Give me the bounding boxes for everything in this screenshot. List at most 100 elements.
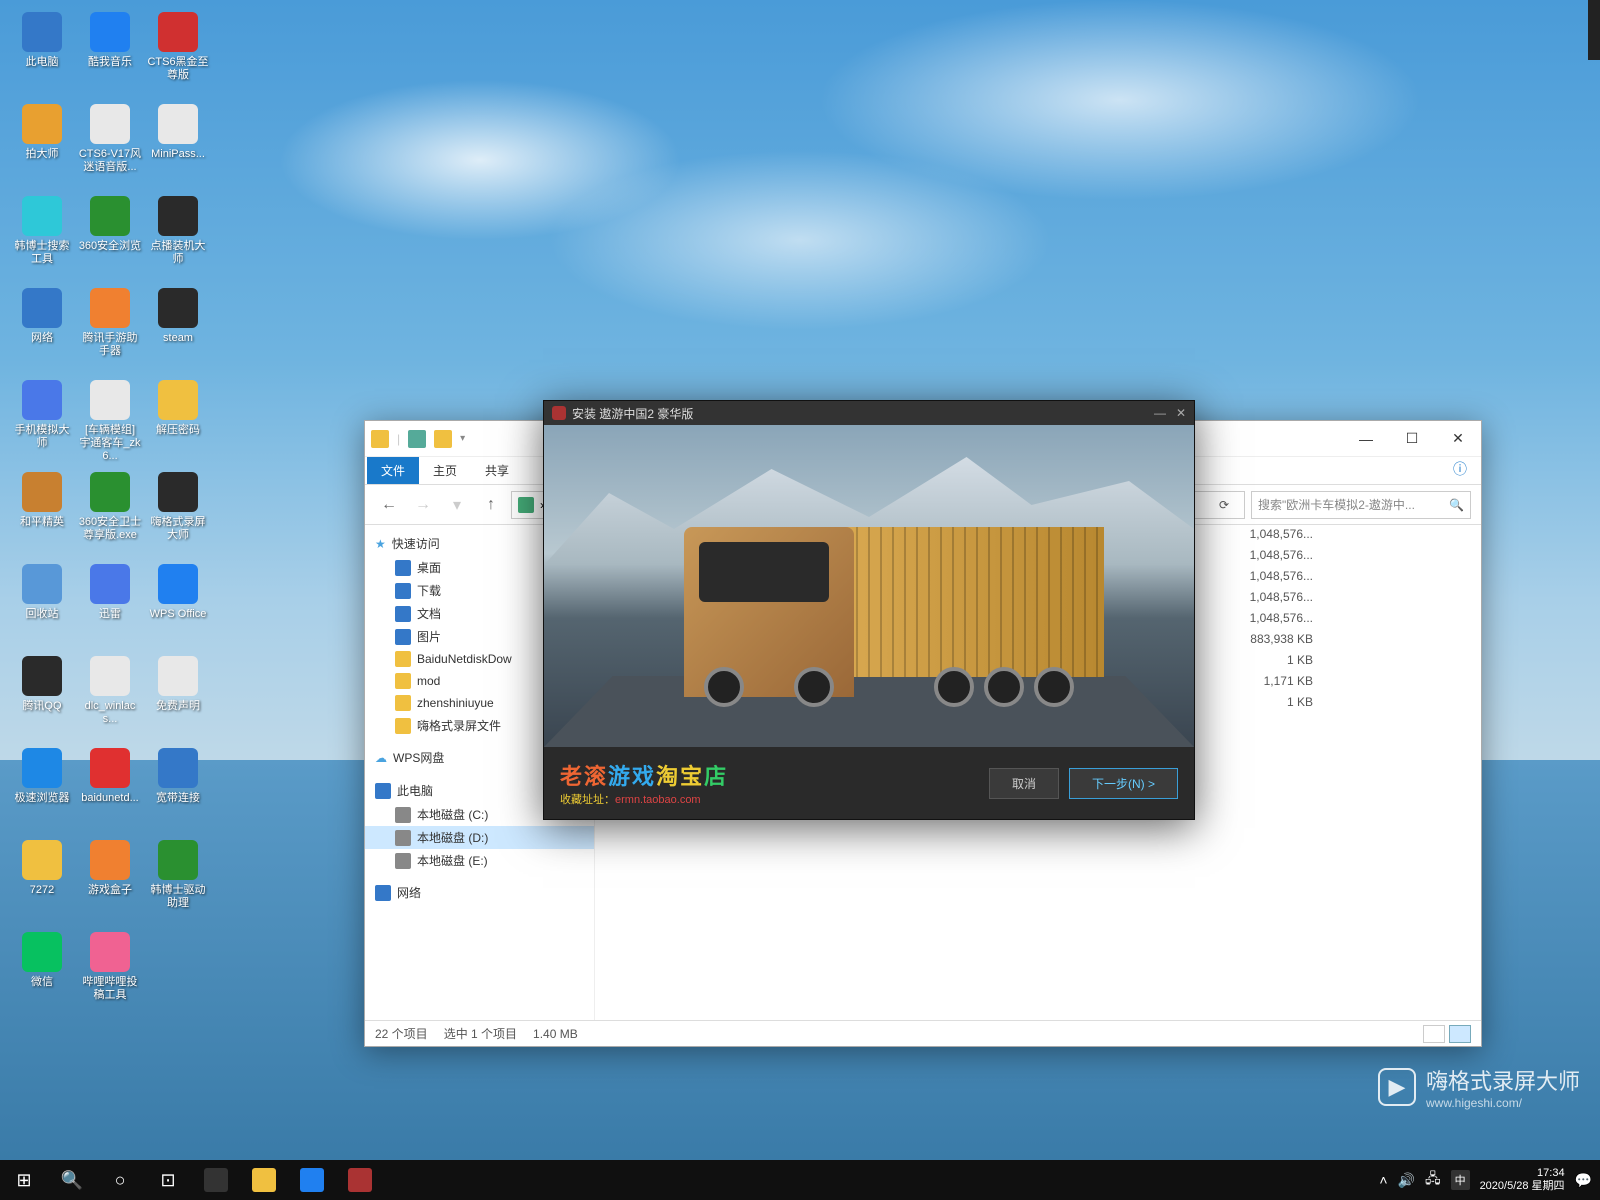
desktop-icon[interactable]: 360安全卫士尊享版.exe: [76, 468, 144, 560]
taskbar: ⊞ 🔍 ○ ⊡ ˄ 🔊 🖧 中 17:34 2020/5/28 星期四 💬: [0, 1160, 1600, 1200]
status-size: 1.40 MB: [533, 1027, 578, 1041]
ribbon-help-icon[interactable]: ⓘ: [1439, 454, 1481, 484]
close-button[interactable]: ✕: [1435, 423, 1481, 455]
app-icon: [158, 748, 198, 788]
cortana-button[interactable]: ○: [96, 1160, 144, 1200]
desktop-icon[interactable]: steam: [144, 284, 212, 376]
desktop-icon[interactable]: 宽带连接: [144, 744, 212, 836]
app-icon: [22, 840, 62, 880]
icon-label: 拍大师: [26, 148, 59, 161]
app-icon: [158, 656, 198, 696]
app-icon: [90, 380, 130, 420]
nav-disk-d[interactable]: 本地磁盘 (D:): [365, 826, 594, 849]
desktop-icon[interactable]: 韩博士搜索工具: [8, 192, 76, 284]
tray-network-icon[interactable]: 🖧: [1425, 1168, 1441, 1192]
tray-date[interactable]: 2020/5/28 星期四: [1480, 1180, 1565, 1193]
desktop-icon[interactable]: 微信: [8, 928, 76, 1020]
desktop-icon[interactable]: 酷我音乐: [76, 8, 144, 100]
tray-notifications-icon[interactable]: 💬: [1575, 1172, 1592, 1189]
status-item-count: 22 个项目: [375, 1025, 428, 1042]
desktop-icon[interactable]: 7272: [8, 836, 76, 928]
cancel-button[interactable]: 取消: [989, 768, 1059, 799]
desktop-icon[interactable]: 拍大师: [8, 100, 76, 192]
tab-file[interactable]: 文件: [367, 457, 419, 484]
nav-network[interactable]: 网络: [365, 880, 594, 905]
app-icon: [22, 564, 62, 604]
icon-label: WPS Office: [150, 608, 207, 621]
desktop-icon[interactable]: 迅雷: [76, 560, 144, 652]
taskbar-explorer[interactable]: [240, 1160, 288, 1200]
icon-label: [车辆模组] 宇通客车_zk6...: [78, 424, 142, 464]
search-icon: 🔍: [1449, 498, 1464, 512]
app-icon: [90, 840, 130, 880]
nav-up-button[interactable]: ↑: [477, 491, 505, 519]
app-icon: [90, 104, 130, 144]
desktop-icon[interactable]: 游戏盒子: [76, 836, 144, 928]
taskview-button[interactable]: ⊡: [144, 1160, 192, 1200]
desktop-icon[interactable]: 360安全浏览: [76, 192, 144, 284]
desktop-icon[interactable]: 和平精英: [8, 468, 76, 560]
nav-recent-button[interactable]: ▾: [443, 491, 471, 519]
tray-time[interactable]: 17:34: [1480, 1167, 1565, 1180]
status-bar: 22 个项目 选中 1 个项目 1.40 MB: [365, 1020, 1481, 1046]
qat-open-icon[interactable]: [434, 430, 452, 448]
app-icon: [158, 564, 198, 604]
desktop-icon[interactable]: baidunetd...: [76, 744, 144, 836]
nav-forward-button[interactable]: →: [409, 491, 437, 519]
tab-share[interactable]: 共享: [471, 457, 523, 484]
folder-icon: [371, 430, 389, 448]
app-icon: [22, 196, 62, 236]
installer-window: 安装 遨游中国2 豪华版 — ✕ 老滚游戏淘宝店: [543, 400, 1195, 820]
refresh-button[interactable]: ⟳: [1210, 498, 1238, 512]
desktop-icon[interactable]: WPS Office: [144, 560, 212, 652]
installer-title: 安装 遨游中国2 豪华版: [572, 405, 693, 422]
tray-chevron-icon[interactable]: ˄: [1379, 1172, 1387, 1188]
installer-titlebar[interactable]: 安装 遨游中国2 豪华版 — ✕: [544, 401, 1194, 425]
taskbar-app-3[interactable]: [288, 1160, 336, 1200]
desktop-icon[interactable]: 腾讯手游助手器: [76, 284, 144, 376]
start-button[interactable]: ⊞: [0, 1160, 48, 1200]
search-button[interactable]: 🔍: [48, 1160, 96, 1200]
desktop-icon[interactable]: CTS6-V17风迷语音版...: [76, 100, 144, 192]
view-icons-button[interactable]: [1449, 1025, 1471, 1043]
app-icon: [158, 840, 198, 880]
maximize-button[interactable]: ☐: [1389, 423, 1435, 455]
desktop-icon[interactable]: 免费声明: [144, 652, 212, 744]
desktop-icon[interactable]: 极速浏览器: [8, 744, 76, 836]
desktop-icon[interactable]: 腾讯QQ: [8, 652, 76, 744]
desktop-icon[interactable]: 哔哩哔哩投稿工具: [76, 928, 144, 1020]
desktop-icon[interactable]: 手机模拟大师: [8, 376, 76, 468]
desktop-icon[interactable]: 嗨格式录屏大师: [144, 468, 212, 560]
desktop-icon[interactable]: 解压密码: [144, 376, 212, 468]
desktop-icon[interactable]: 回收站: [8, 560, 76, 652]
desktop-icon[interactable]: MiniPass...: [144, 100, 212, 192]
view-details-button[interactable]: [1423, 1025, 1445, 1043]
qat-properties-icon[interactable]: [408, 430, 426, 448]
icon-label: 哔哩哔哩投稿工具: [78, 976, 142, 1002]
icon-label: 微信: [31, 976, 53, 989]
installer-minimize-button[interactable]: —: [1154, 406, 1166, 420]
nav-back-button[interactable]: ←: [375, 491, 403, 519]
next-button[interactable]: 下一步(N) >: [1069, 768, 1178, 799]
desktop-icon[interactable]: 网络: [8, 284, 76, 376]
icon-label: 游戏盒子: [88, 884, 132, 897]
ime-indicator[interactable]: 中: [1451, 1170, 1470, 1190]
tab-home[interactable]: 主页: [419, 457, 471, 484]
minimize-button[interactable]: —: [1343, 423, 1389, 455]
app-icon: [90, 196, 130, 236]
desktop-icon[interactable]: CTS6黑金至尊版: [144, 8, 212, 100]
taskbar-installer[interactable]: [336, 1160, 384, 1200]
desktop-icon[interactable]: dlc_winlacs...: [76, 652, 144, 744]
desktop-icon[interactable]: 韩博士驱动助理: [144, 836, 212, 928]
recording-watermark: ▶ 嗨格式录屏大师 www.higeshi.com/: [1378, 1064, 1580, 1110]
tray-volume-icon[interactable]: 🔊: [1398, 1172, 1415, 1189]
desktop-icon[interactable]: 点播装机大师: [144, 192, 212, 284]
taskbar-app-1[interactable]: [192, 1160, 240, 1200]
app-icon: [22, 104, 62, 144]
search-input[interactable]: 搜索"欧洲卡车模拟2-遨游中... 🔍: [1251, 491, 1471, 519]
installer-close-button[interactable]: ✕: [1176, 406, 1186, 420]
desktop-icon[interactable]: 此电脑: [8, 8, 76, 100]
desktop-icon[interactable]: [车辆模组] 宇通客车_zk6...: [76, 376, 144, 468]
app-icon: [90, 656, 130, 696]
nav-disk-e[interactable]: 本地磁盘 (E:): [365, 849, 594, 872]
